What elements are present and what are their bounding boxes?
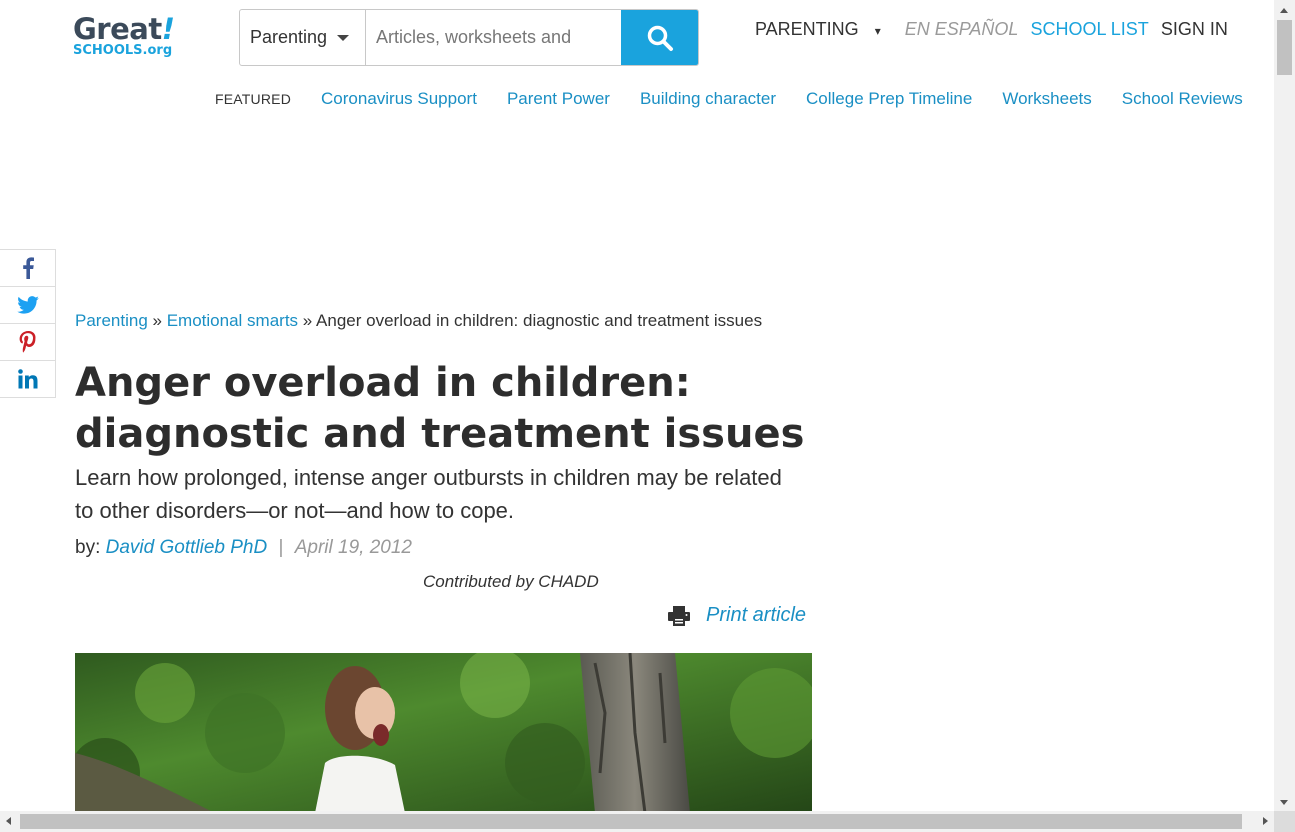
nav-parenting[interactable]: PARENTING ▾ xyxy=(755,19,893,40)
print-article-button[interactable]: Print article xyxy=(668,604,806,627)
scrollbar-corner xyxy=(1274,811,1295,832)
linkedin-icon xyxy=(17,369,37,389)
breadcrumb-separator: » xyxy=(302,311,313,330)
breadcrumb: Parenting » Emotional smarts » Anger ove… xyxy=(75,311,762,331)
article-subtitle: Learn how prolonged, intense anger outbu… xyxy=(75,465,782,523)
nav-sign-in[interactable]: SIGN IN xyxy=(1161,19,1228,40)
featured-link-building-character[interactable]: Building character xyxy=(640,89,776,109)
featured-label: FEATURED xyxy=(215,91,292,107)
print-article-label: Print article xyxy=(706,604,807,626)
scroll-left-arrow-icon[interactable] xyxy=(6,817,11,825)
featured-link-parent-power[interactable]: Parent Power xyxy=(507,89,610,109)
scroll-up-arrow-icon[interactable] xyxy=(1280,8,1288,13)
author-link[interactable]: David Gottlieb PhD xyxy=(106,537,268,558)
vertical-scrollbar[interactable] xyxy=(1274,0,1295,811)
chevron-down-icon xyxy=(337,34,350,41)
share-twitter-button[interactable] xyxy=(0,287,55,324)
byline-label: by: xyxy=(75,537,101,558)
share-facebook-button[interactable] xyxy=(0,250,55,287)
hero-photo xyxy=(75,653,812,813)
horizontal-scrollbar[interactable] xyxy=(0,811,1274,832)
breadcrumb-current: Anger overload in children: diagnostic a… xyxy=(316,311,763,330)
publish-date: April 19, 2012 xyxy=(294,537,412,558)
featured-link-coronavirus[interactable]: Coronavirus Support xyxy=(321,89,477,109)
search-icon xyxy=(647,25,673,51)
breadcrumb-separator: » xyxy=(152,311,162,330)
search-category-label: Parenting xyxy=(250,27,328,47)
featured-link-college-prep[interactable]: College Prep Timeline xyxy=(806,89,972,109)
vertical-scroll-thumb[interactable] xyxy=(1277,20,1292,75)
share-linkedin-button[interactable] xyxy=(0,361,55,397)
logo-wordmark: Great! xyxy=(73,12,175,46)
social-share-bar xyxy=(0,249,56,398)
facebook-icon xyxy=(22,257,34,279)
horizontal-scroll-thumb[interactable] xyxy=(20,814,1242,829)
scroll-right-arrow-icon[interactable] xyxy=(1263,817,1268,825)
logo-subtitle: SCHOOLS.org xyxy=(73,43,173,58)
greatschools-logo[interactable]: Great! SCHOOLS.org xyxy=(73,14,188,62)
breadcrumb-parenting[interactable]: Parenting xyxy=(75,311,148,330)
byline-separator: | xyxy=(278,537,284,558)
article-byline: by: David Gottlieb PhD | April 19, 2012 xyxy=(75,537,412,559)
article-hero-image xyxy=(75,653,812,813)
printer-icon xyxy=(668,605,690,626)
twitter-icon xyxy=(16,296,39,314)
caret-down-icon: ▾ xyxy=(874,24,881,38)
featured-link-school-reviews[interactable]: School Reviews xyxy=(1122,89,1243,109)
top-navigation: PARENTING ▾ EN ESPAÑOL SCHOOL LIST SIGN I… xyxy=(755,19,1240,40)
search-input[interactable] xyxy=(366,10,621,65)
scroll-down-arrow-icon[interactable] xyxy=(1280,800,1288,805)
search-category-dropdown[interactable]: Parenting xyxy=(240,10,366,65)
nav-espanol[interactable]: EN ESPAÑOL xyxy=(905,19,1019,40)
nav-school-list[interactable]: SCHOOL LIST xyxy=(1030,19,1148,40)
pinterest-icon xyxy=(19,331,36,353)
featured-link-worksheets[interactable]: Worksheets xyxy=(1002,89,1091,109)
search-button[interactable] xyxy=(621,10,698,65)
share-pinterest-button[interactable] xyxy=(0,324,55,361)
article-title: Anger overload in children: diagnostic a… xyxy=(75,360,805,457)
featured-nav: FEATURED Coronavirus Support Parent Powe… xyxy=(215,89,1273,109)
search-bar: Parenting xyxy=(239,9,699,66)
contributed-by: Contributed by CHADD xyxy=(423,572,599,591)
breadcrumb-emotional-smarts[interactable]: Emotional smarts xyxy=(167,311,298,330)
